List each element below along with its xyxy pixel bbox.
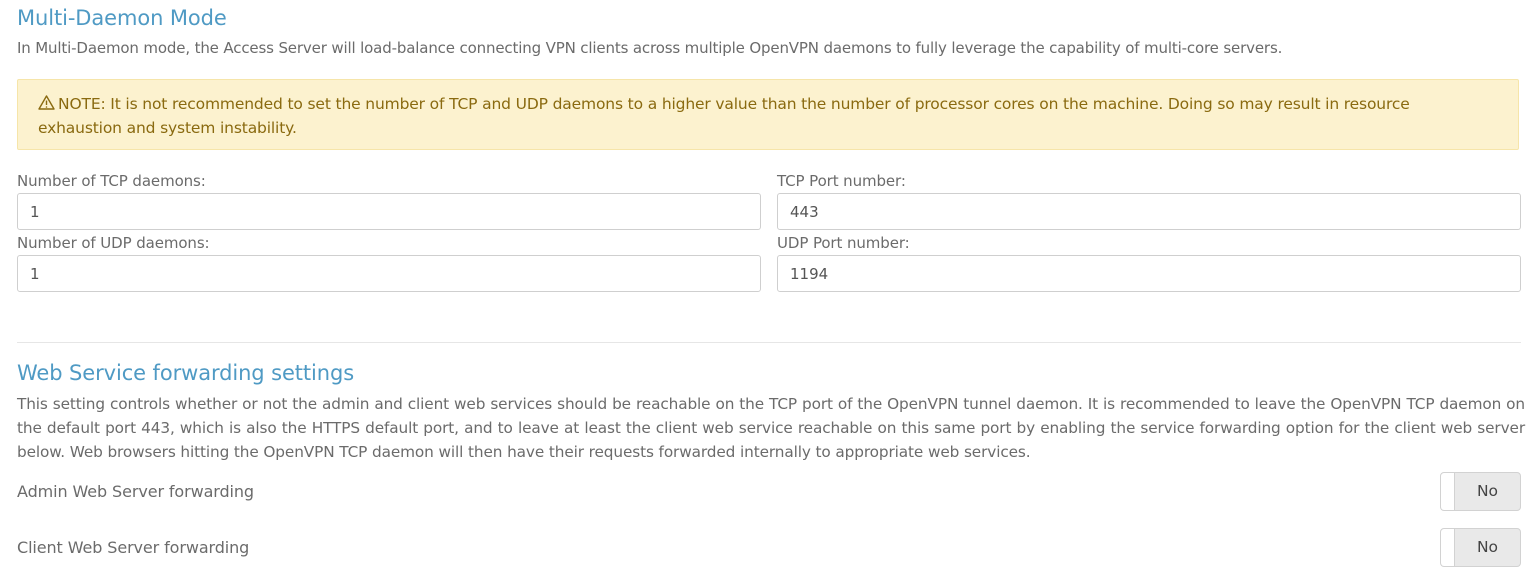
admin-forwarding-state: No [1476,482,1499,500]
warning-triangle-icon [38,92,55,116]
tcp-daemons-input[interactable] [17,193,761,230]
admin-forwarding-row: Admin Web Server forwarding No [17,472,1521,512]
admin-forwarding-label: Admin Web Server forwarding [17,482,254,501]
multi-daemon-description: In Multi-Daemon mode, the Access Server … [17,39,1283,57]
client-forwarding-state: No [1476,538,1499,556]
udp-daemons-input[interactable] [17,255,761,292]
web-forwarding-description: This setting controls whether or not the… [17,395,1525,461]
udp-port-input[interactable] [777,255,1521,292]
client-forwarding-row: Client Web Server forwarding No [17,528,1521,568]
web-forwarding-title: Web Service forwarding settings [17,361,355,385]
multi-daemon-title: Multi-Daemon Mode [17,6,227,30]
section-divider [17,342,1521,343]
tcp-port-input[interactable] [777,193,1521,230]
udp-daemons-label: Number of UDP daemons: [17,234,210,252]
client-forwarding-label: Client Web Server forwarding [17,538,250,557]
toggle-knob [1441,529,1455,566]
tcp-daemons-label: Number of TCP daemons: [17,172,206,190]
warning-note-text: NOTE: It is not recommended to set the n… [38,95,1410,137]
udp-port-label: UDP Port number: [777,234,910,252]
admin-forwarding-toggle[interactable]: No [1440,472,1521,511]
client-forwarding-toggle[interactable]: No [1440,528,1521,567]
warning-note: NOTE: It is not recommended to set the n… [17,79,1519,150]
tcp-port-label: TCP Port number: [777,172,906,190]
toggle-knob [1441,473,1455,510]
